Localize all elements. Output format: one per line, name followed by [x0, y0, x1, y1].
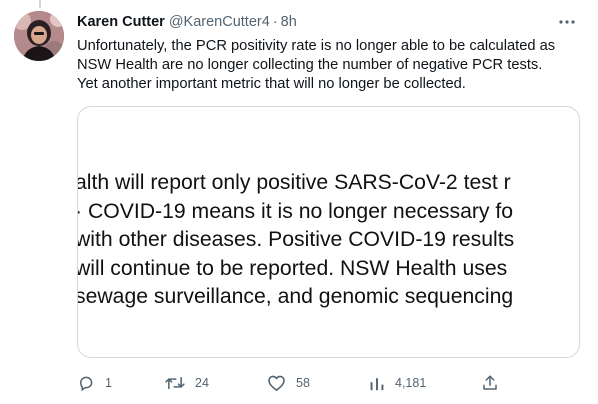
tweet-timestamp[interactable]: 8h	[281, 14, 297, 30]
avatar[interactable]	[14, 11, 64, 61]
more-options-icon[interactable]	[556, 12, 578, 32]
retweet-button[interactable]: 24	[165, 372, 209, 394]
media-text-line: with other diseases. Positive COVID-19 r…	[77, 228, 515, 252]
media-text-line: alth will report only positive SARS-CoV-…	[77, 171, 511, 194]
author-name[interactable]: Karen Cutter	[77, 14, 165, 30]
analytics-button[interactable]: 4,181	[369, 372, 426, 394]
heart-icon	[267, 374, 286, 392]
view-count: 4,181	[395, 376, 427, 390]
media-text-block: alth will report only positive SARS-CoV-…	[77, 169, 579, 312]
reply-button[interactable]: 1	[77, 372, 112, 394]
thread-connector-line	[39, 0, 41, 8]
share-button[interactable]	[481, 372, 499, 394]
retweet-count: 24	[195, 376, 209, 390]
like-count: 58	[296, 376, 310, 390]
reply-count: 1	[105, 376, 112, 390]
media-text-line: sewage surveillance, and genomic sequenc…	[77, 285, 514, 309]
retweet-icon	[165, 374, 185, 392]
tweet-media-image[interactable]: alth will report only positive SARS-CoV-…	[77, 106, 580, 358]
tweet-text-line: Yet another important metric that will n…	[77, 76, 466, 92]
tweet-actions-bar: 1 24 58 4,181	[77, 372, 507, 394]
tweet-text-line: Unfortunately, the PCR positivity rate i…	[77, 38, 556, 54]
analytics-icon	[369, 375, 385, 391]
tweet-text-line: NSW Health are no longer collecting the …	[77, 57, 543, 73]
header-separator: ·	[272, 14, 278, 30]
share-icon	[481, 374, 499, 392]
avatar-image	[14, 11, 64, 61]
tweet-header: Karen Cutter @KarenCutter4 · 8h	[77, 12, 582, 32]
author-handle[interactable]: @KarenCutter4	[169, 14, 270, 30]
reply-icon	[77, 374, 95, 392]
media-text-line: · COVID-19 means it is no longer necessa…	[77, 199, 514, 223]
media-text-line: will continue to be reported. NSW Health…	[77, 256, 508, 280]
tweet-text: Unfortunately, the PCR positivity rate i…	[77, 37, 577, 94]
like-button[interactable]: 58	[267, 372, 310, 394]
